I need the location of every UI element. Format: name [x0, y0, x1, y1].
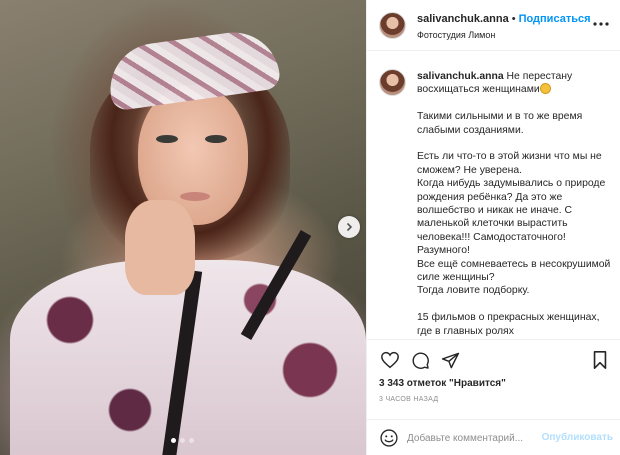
photo-eye-right: [205, 135, 227, 143]
comment-input[interactable]: [407, 429, 557, 447]
more-options-icon[interactable]: [593, 14, 609, 30]
comment-bubble-icon: [411, 351, 429, 369]
avatar[interactable]: [379, 12, 406, 39]
carousel-dot: [180, 438, 185, 443]
carousel-dots: [171, 438, 194, 443]
carousel-dot: [189, 438, 194, 443]
caption-paragraph: 15 фильмов о прекрасных женщинах, где в …: [417, 312, 600, 337]
bookmark-icon: [593, 351, 607, 369]
chevron-right-icon: [346, 222, 353, 232]
post-side-panel: salivanchuk.anna • Подписаться Фотостудия …: [366, 0, 620, 455]
post-timestamp[interactable]: 3 ЧАСОВ НАЗАД: [379, 396, 438, 403]
photo-lips: [180, 192, 210, 201]
comment-button[interactable]: [409, 349, 431, 371]
photo-hand: [125, 200, 195, 295]
heart-icon: [381, 351, 399, 369]
like-button[interactable]: [379, 349, 401, 371]
emoji-icon[interactable]: [379, 428, 399, 448]
carousel-dot: [171, 438, 176, 443]
caption-paragraph: Такими сильными и в то же время слабыми …: [417, 111, 583, 136]
likes-count[interactable]: 3 343 отметок "Нравится": [379, 378, 506, 389]
username-link[interactable]: salivanchuk.anna: [417, 13, 509, 25]
post-header: salivanchuk.anna • Подписаться Фотостудия …: [367, 0, 620, 51]
header-user-line: salivanchuk.anna • Подписаться: [417, 13, 591, 25]
avatar[interactable]: [379, 69, 406, 96]
comment-bar: Опубликовать: [367, 419, 620, 455]
post-actions: [367, 343, 620, 377]
paper-plane-icon: [441, 352, 459, 368]
follow-button[interactable]: Подписаться: [519, 13, 591, 25]
caption-text: salivanchuk.anna Не перестану восхищатьс…: [417, 70, 613, 339]
separator-dot: •: [511, 13, 516, 25]
caption-username[interactable]: salivanchuk.anna: [417, 71, 504, 82]
caption-paragraph: Есть ли что-то в этой жизни что мы не см…: [417, 151, 611, 297]
location-link[interactable]: Фотостудия Лимон: [417, 30, 495, 40]
share-button[interactable]: [439, 349, 461, 371]
save-button[interactable]: [589, 349, 611, 371]
smiling-face-icon: [539, 83, 551, 95]
post-caption: salivanchuk.anna Не перестану восхищатьс…: [367, 51, 620, 340]
publish-button[interactable]: Опубликовать: [542, 432, 613, 443]
photo-eye-left: [156, 135, 178, 143]
carousel-next-button[interactable]: [338, 216, 360, 238]
post-photo[interactable]: [0, 0, 366, 455]
